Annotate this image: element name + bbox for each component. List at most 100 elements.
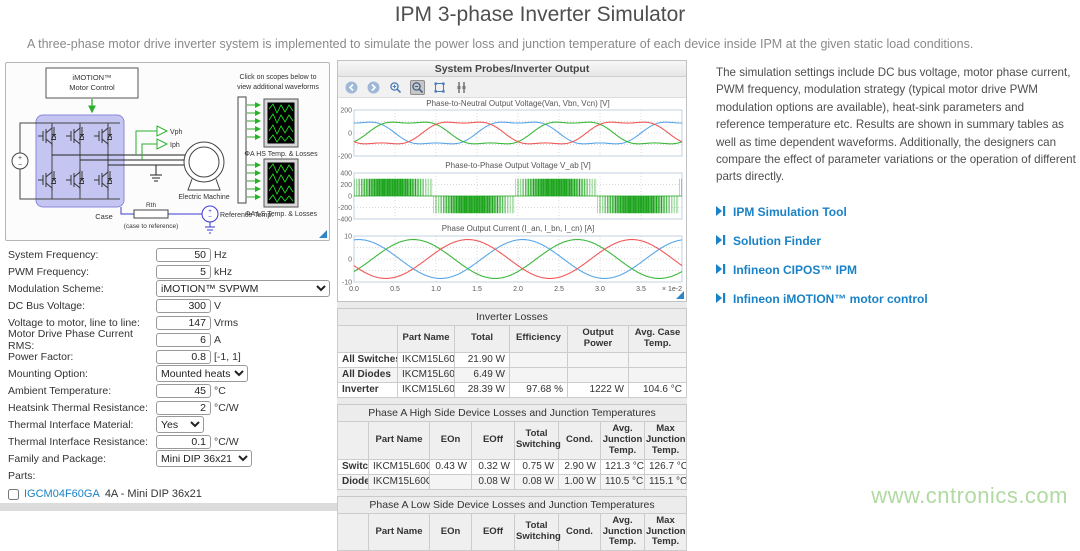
table-cell: 126.7 °C — [645, 459, 687, 474]
form-row: Power Factor:[-1, 1] — [8, 350, 330, 363]
link-infineon-imotion-motor-control[interactable]: Infineon iMOTION™ motor control — [733, 292, 928, 306]
table-cell: 0.32 W — [472, 459, 515, 474]
svg-text:3.5: 3.5 — [636, 286, 646, 293]
part-link[interactable]: IGCM04F60GA — [24, 488, 100, 500]
table-cell: IKCM15L60GA — [369, 474, 430, 489]
hs-scope-label: ΦA HS Temp. & Losses — [244, 151, 318, 158]
table-cell: 110.5 °C — [601, 474, 645, 489]
table-cell: Inverter — [338, 382, 398, 397]
skip-arrow-icon — [716, 261, 726, 279]
column-header: Avg. Junction Temp. — [601, 421, 645, 459]
waveform-plots: Phase-to-Neutral Output Voltage(Van, Vbn… — [338, 98, 686, 301]
link-row: IPM Simulation Tool — [716, 203, 1076, 221]
zoom-out-icon[interactable] — [410, 80, 425, 95]
results-table-phase-a-high: Part NameEOnEOffTotal SwitchingCond.Avg.… — [337, 421, 687, 490]
table-cell: 115.1 °C — [645, 474, 687, 489]
horizontal-scrollbar[interactable] — [0, 503, 346, 511]
mounting-option-label: Mounting Option: — [8, 368, 156, 380]
thermal-interface-resistance-label: Thermal Interface Resistance: — [8, 436, 156, 448]
expand-icon[interactable] — [319, 230, 327, 238]
table-cell — [629, 352, 687, 367]
link-infineon-cipos-ipm[interactable]: Infineon CIPOS™ IPM — [733, 263, 857, 277]
column-header: EOff — [472, 421, 515, 459]
link-row: Infineon iMOTION™ motor control — [716, 290, 1076, 308]
motor-control-label: iMOTION™ — [72, 73, 111, 82]
unit-label: °C — [214, 385, 226, 397]
system-frequency-input[interactable] — [156, 248, 211, 262]
motor-drive-phase-current-rms-input[interactable] — [156, 333, 211, 347]
column-header: Total Switching — [515, 421, 559, 459]
link-ipm-simulation-tool[interactable]: IPM Simulation Tool — [733, 205, 847, 219]
form-row: Thermal Interface Material:Yes — [8, 418, 330, 431]
thermal-interface-resistance-input[interactable] — [156, 435, 211, 449]
table-cell: Diode — [338, 474, 369, 489]
expand-icon[interactable] — [676, 291, 684, 299]
parts-label: Parts: — [8, 470, 330, 482]
dc-bus-voltage-input[interactable] — [156, 299, 211, 313]
skip-arrow-icon — [716, 232, 726, 250]
table-row: All DiodesIKCM15L60GA6.49 W — [338, 367, 687, 382]
svg-text:Phase Output Current (I_an, I_: Phase Output Current (I_an, I_bn, I_cn) … — [442, 224, 595, 233]
link-solution-finder[interactable]: Solution Finder — [733, 234, 821, 248]
description-text: The simulation settings include DC bus v… — [716, 64, 1076, 186]
zoom-in-icon[interactable] — [388, 80, 403, 95]
scope-toolbar — [338, 77, 686, 98]
ls-scope-thumbnail[interactable] — [247, 159, 298, 207]
unit-label: V — [214, 300, 221, 312]
power-factor-input[interactable] — [156, 350, 211, 364]
zoom-box-icon[interactable] — [432, 80, 447, 95]
table-row: DiodeIKCM15L60GA0.08 W0.08 W1.00 W110.5 … — [338, 474, 687, 489]
svg-text:0.5: 0.5 — [390, 286, 400, 293]
table-title: Phase A High Side Device Losses and Junc… — [337, 404, 687, 421]
part-description: 4A - Mini DIP 36x21 — [105, 488, 202, 500]
unit-label: Vrms — [214, 317, 238, 329]
thermal-interface-material-select[interactable]: Yes — [156, 416, 204, 433]
scope-panel-title: System Probes/Inverter Output — [338, 61, 686, 77]
table-cell: 0.75 W — [515, 459, 559, 474]
svg-text:view additional waveforms: view additional waveforms — [237, 84, 319, 91]
system-frequency-label: System Frequency: — [8, 249, 156, 261]
table-cell: All Diodes — [338, 367, 398, 382]
iph-probe-label: Iph — [170, 142, 180, 149]
svg-text:2.0: 2.0 — [513, 286, 523, 293]
data-cursors-icon[interactable] — [454, 80, 469, 95]
table-cell — [510, 352, 568, 367]
motor-drive-phase-current-rms-label: Motor Drive Phase Current RMS: — [8, 328, 156, 352]
svg-text:Motor Control: Motor Control — [69, 83, 115, 92]
pwm-frequency-input[interactable] — [156, 265, 211, 279]
unit-label: Hz — [214, 249, 227, 261]
history-back-icon[interactable] — [344, 80, 359, 95]
svg-text:200: 200 — [340, 108, 352, 115]
svg-text:0: 0 — [348, 257, 352, 264]
ambient-temperature-input[interactable] — [156, 384, 211, 398]
table-cell: 104.6 °C — [629, 382, 687, 397]
history-forward-icon[interactable] — [366, 80, 381, 95]
link-row: Infineon CIPOS™ IPM — [716, 261, 1076, 279]
column-header: Total — [455, 326, 510, 353]
family-and-package-select[interactable]: Mini DIP 36x21 — [156, 450, 252, 467]
part-checkbox[interactable] — [8, 489, 19, 500]
heatsink-thermal-resistance-input[interactable] — [156, 401, 211, 415]
table-cell: 6.49 W — [455, 367, 510, 382]
unit-label: °C/W — [214, 436, 239, 448]
form-row: Heatsink Thermal Resistance:°C/W — [8, 401, 330, 414]
ls-scope-label: ΦA LS Temp. & Losses — [245, 211, 317, 218]
unit-label: A — [214, 334, 221, 346]
voltage-to-motor-line-to-line-input[interactable] — [156, 316, 211, 330]
related-links: IPM Simulation Tool Solution Finder Infine… — [716, 203, 1076, 308]
modulation-scheme-select[interactable]: iMOTION™ SVPWM — [156, 280, 330, 297]
hs-scope-thumbnail[interactable] — [247, 99, 298, 147]
svg-text:0: 0 — [348, 194, 352, 201]
svg-text:Phase-to-Phase Output Voltage: Phase-to-Phase Output Voltage V_ab [V] — [445, 161, 590, 170]
electric-machine — [184, 142, 224, 182]
family-and-package-label: Family and Package: — [8, 453, 156, 465]
svg-text:−: − — [18, 162, 22, 169]
pwm-frequency-label: PWM Frequency: — [8, 266, 156, 278]
table-cell — [629, 367, 687, 382]
svg-text:400: 400 — [340, 171, 352, 178]
column-header: Output Power — [568, 326, 629, 353]
page-subtitle: A three-phase motor drive inverter syste… — [27, 37, 973, 51]
modulation-scheme-label: Modulation Scheme: — [8, 283, 156, 295]
mounting-option-select[interactable]: Mounted heatsink — [156, 365, 248, 382]
svg-text:0.0: 0.0 — [349, 286, 359, 293]
